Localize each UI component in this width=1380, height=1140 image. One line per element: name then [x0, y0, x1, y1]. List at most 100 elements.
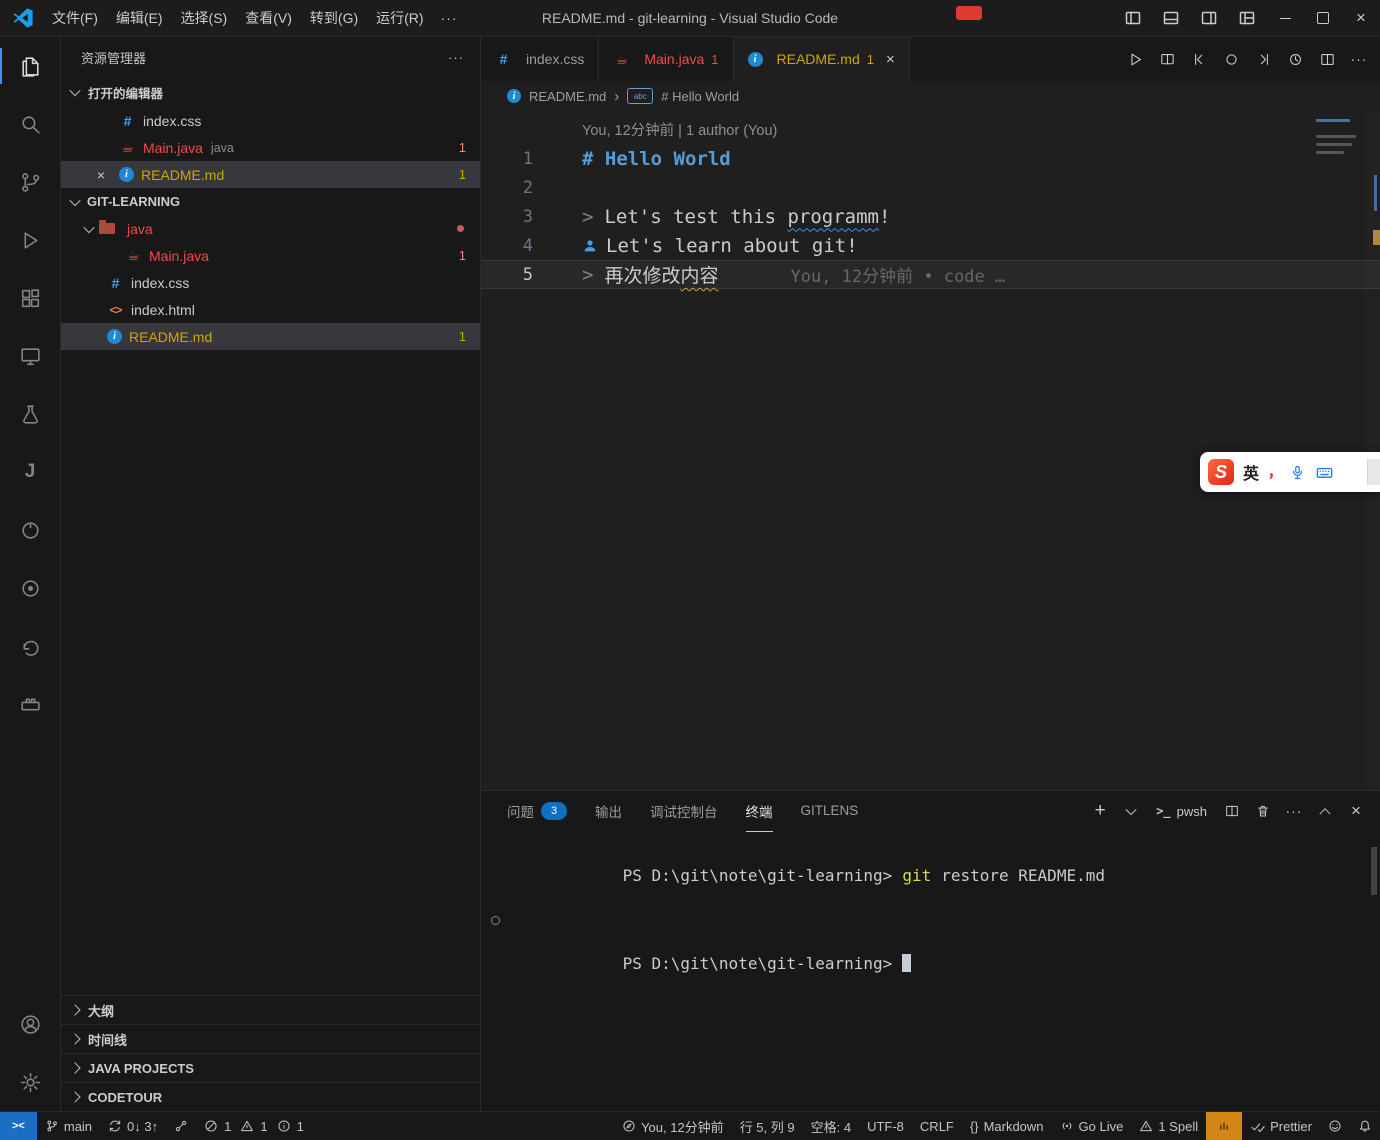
terminal-instance-pwsh[interactable]: >_ pwsh	[1150, 804, 1213, 819]
panel-tab-problems[interactable]: 问题 3	[507, 791, 567, 832]
tab-readme-md[interactable]: README.md 1 ×	[734, 37, 910, 81]
breadcrumb-file[interactable]: README.md	[529, 89, 606, 104]
explorer-icon[interactable]	[0, 37, 60, 95]
code-line-1[interactable]: 1 # Hello World	[481, 144, 1380, 173]
remote-indicator[interactable]: ><	[0, 1112, 37, 1140]
feedback-status[interactable]	[1320, 1112, 1350, 1140]
sync-status[interactable]: 0↓ 3↑	[100, 1112, 166, 1140]
ime-punctuation-toggle[interactable]: ，	[1268, 462, 1280, 482]
open-editors-header[interactable]: 打开的编辑器	[61, 77, 480, 107]
minimize-button[interactable]	[1266, 0, 1304, 36]
java-extension-icon[interactable]: J	[0, 443, 60, 501]
go-live-status[interactable]: Go Live	[1052, 1112, 1132, 1140]
open-editor-main-java[interactable]: ☕ Main.java java 1	[61, 134, 480, 161]
kill-terminal-trash-icon[interactable]	[1251, 799, 1275, 823]
open-changes-icon[interactable]	[1216, 44, 1246, 74]
code-line-2[interactable]: 2	[481, 173, 1380, 202]
remote-explorer-icon[interactable]	[0, 327, 60, 385]
code-line-5-current[interactable]: 5 >再次修改内容 You, 12分钟前 • code …	[481, 260, 1380, 289]
panel-more-actions-icon[interactable]: ···	[1282, 799, 1306, 823]
run-debug-icon[interactable]	[0, 211, 60, 269]
open-editor-readme-md[interactable]: × README.md 1	[61, 161, 480, 188]
indentation-status[interactable]: 空格: 4	[803, 1112, 859, 1140]
menu-run[interactable]: 运行(R)	[367, 0, 432, 36]
minimap[interactable]	[1316, 119, 1360, 159]
spell-checker-status[interactable]: 1 Spell	[1131, 1112, 1206, 1140]
next-change-icon[interactable]	[1248, 44, 1278, 74]
prettier-status[interactable]: Prettier	[1242, 1112, 1320, 1140]
tree-folder-java[interactable]: java	[61, 215, 480, 242]
terminal[interactable]: PS D:\git\note\git-learning>gitrestore R…	[481, 831, 1380, 997]
account-icon[interactable]	[0, 995, 60, 1053]
previous-change-icon[interactable]	[1184, 44, 1214, 74]
codetour-target-icon[interactable]	[0, 559, 60, 617]
split-editor-icon[interactable]	[1312, 44, 1342, 74]
notifications-status[interactable]	[1350, 1112, 1380, 1140]
gradle-extension-icon[interactable]	[0, 501, 60, 559]
sogou-logo-icon[interactable]: S	[1208, 459, 1234, 485]
settings-gear-icon[interactable]	[0, 1053, 60, 1111]
terminal-profile-dropdown-icon[interactable]	[1119, 799, 1143, 823]
close-editor-icon[interactable]: ×	[93, 167, 109, 183]
container-extension-icon[interactable]	[0, 675, 60, 733]
source-control-icon[interactable]	[0, 153, 60, 211]
extension-status-orange[interactable]	[1206, 1112, 1242, 1140]
undo-arrow-extension-icon[interactable]	[0, 617, 60, 675]
language-mode-status[interactable]: {} Markdown	[962, 1112, 1052, 1140]
command-decoration-icon[interactable]	[491, 916, 500, 925]
menu-edit[interactable]: 编辑(E)	[107, 0, 172, 36]
toggle-secondary-sidebar-icon[interactable]	[1190, 0, 1228, 36]
encoding-status[interactable]: UTF-8	[859, 1112, 912, 1140]
search-icon[interactable]	[0, 95, 60, 153]
menu-view[interactable]: 查看(V)	[236, 0, 301, 36]
close-panel-icon[interactable]: ×	[1344, 799, 1368, 823]
code-line-4[interactable]: 4 Let's learn about git!	[481, 231, 1380, 260]
ime-language-mode[interactable]: 英	[1243, 460, 1259, 484]
tree-item-index-html[interactable]: <> index.html	[61, 296, 480, 323]
menu-file[interactable]: 文件(F)	[43, 0, 107, 36]
panel-tab-gitlens[interactable]: GITLENS	[801, 791, 859, 832]
ime-toolbox-cut-icon[interactable]	[1367, 459, 1380, 485]
breadcrumb-symbol[interactable]: # Hello World	[661, 89, 739, 104]
toggle-panel-icon[interactable]	[1152, 0, 1190, 36]
section-codetour[interactable]: CODETOUR	[61, 1082, 480, 1111]
toggle-sidebar-icon[interactable]	[1114, 0, 1152, 36]
tree-item-main-java[interactable]: ☕ Main.java 1	[61, 242, 480, 269]
breadcrumb[interactable]: README.md › abc # Hello World	[481, 81, 1380, 111]
file-history-icon[interactable]	[1280, 44, 1310, 74]
ime-toolbar[interactable]: S 英 ，	[1200, 452, 1380, 492]
section-outline[interactable]: 大纲	[61, 995, 480, 1024]
new-terminal-icon[interactable]: +	[1088, 799, 1112, 823]
editor-code-area[interactable]: You, 12分钟前 | 1 author (You) 1 # Hello Wo…	[481, 111, 1380, 790]
sidebar-more-actions-icon[interactable]: ···	[448, 50, 464, 65]
extensions-icon[interactable]	[0, 269, 60, 327]
tree-item-readme-md[interactable]: README.md 1	[61, 323, 480, 350]
split-terminal-icon[interactable]	[1220, 799, 1244, 823]
git-graph-status[interactable]	[166, 1112, 196, 1140]
run-file-icon[interactable]	[1120, 44, 1150, 74]
virtual-keyboard-icon[interactable]	[1315, 463, 1334, 482]
panel-tab-output[interactable]: 输出	[595, 791, 622, 832]
eol-status[interactable]: CRLF	[912, 1112, 962, 1140]
code-line-3[interactable]: 3 >Let's test this programm!	[481, 202, 1380, 231]
customize-layout-icon[interactable]	[1228, 0, 1266, 36]
codelens-authors[interactable]: You, 12分钟前 | 1 author (You)	[582, 119, 1380, 140]
testing-icon[interactable]	[0, 385, 60, 443]
problems-status[interactable]: 1 1 1	[196, 1112, 316, 1140]
tab-index-css[interactable]: # index.css	[481, 37, 599, 81]
open-editor-index-css[interactable]: # index.css	[61, 107, 480, 134]
section-timeline[interactable]: 时间线	[61, 1024, 480, 1053]
close-tab-icon[interactable]: ×	[886, 51, 895, 68]
terminal-scrollbar[interactable]	[1371, 847, 1377, 895]
maximize-button[interactable]	[1304, 0, 1342, 36]
cursor-position-status[interactable]: 行 5, 列 9	[732, 1112, 803, 1140]
workspace-root-header[interactable]: GIT-LEARNING	[61, 188, 480, 215]
gitlens-blame-status[interactable]: You, 12分钟前	[614, 1112, 732, 1140]
branch-status[interactable]: main	[37, 1112, 100, 1140]
section-java-projects[interactable]: JAVA PROJECTS	[61, 1053, 480, 1082]
close-window-button[interactable]: ×	[1342, 0, 1380, 36]
tree-item-index-css[interactable]: # index.css	[61, 269, 480, 296]
panel-tab-terminal[interactable]: 终端	[746, 791, 773, 832]
panel-tab-debug-console[interactable]: 调试控制台	[650, 791, 718, 832]
tab-main-java[interactable]: ☕ Main.java 1	[599, 37, 733, 81]
